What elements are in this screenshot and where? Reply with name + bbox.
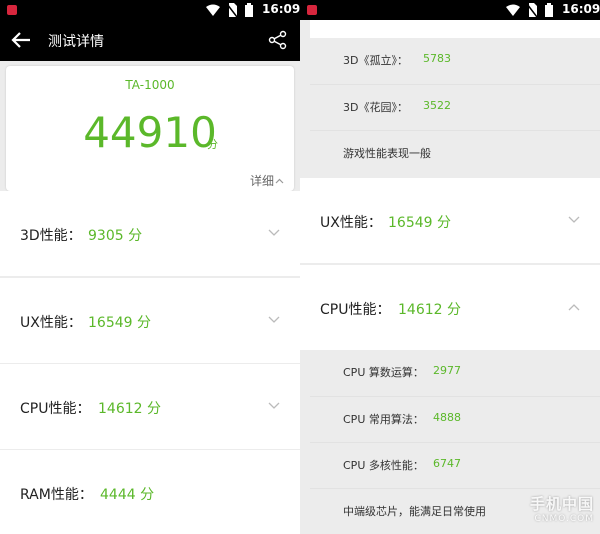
row-value: 4444 分 [100,487,155,503]
app-bar: 测试详情 [0,20,300,61]
back-arrow-icon[interactable] [10,29,32,51]
sub-row-cpu-arithmetic: CPU 算数运算： 2977 [310,350,600,396]
row-label: RAM性能： [20,487,93,503]
row-label: CPU性能： [20,401,91,417]
sub-label: CPU 常用算法： [343,413,424,426]
total-score: 44910 [83,108,217,157]
score-unit: 分 [207,138,218,151]
sub-row-cpu-multicore: CPU 多核性能： 6747 [310,442,600,488]
sub-label: CPU 多核性能： [343,459,424,472]
chevron-down-icon[interactable] [268,316,280,324]
sub-value: 3522 [423,99,451,112]
sub-label: CPU 算数运算： [343,366,424,379]
sub-label: 3D《花园》： [343,101,408,114]
sub-value: 5783 [423,52,451,65]
watermark-text: 手机中国 [529,495,594,513]
row-label: UX性能： [320,215,382,231]
notification-app-icon [307,5,317,15]
no-sim-icon [527,3,537,17]
share-icon[interactable] [268,30,288,50]
row-ux-performance[interactable]: UX性能： 16549 分 [300,178,600,263]
row-value: 16549 分 [88,315,151,331]
row-label: CPU性能： [320,302,391,318]
sub-row-cpu-algorithms: CPU 常用算法： 4888 [310,396,600,442]
battery-icon [245,3,253,17]
score-card: TA-1000 44910 分 详细 [6,66,294,191]
chevron-down-icon[interactable] [268,402,280,410]
no-sim-icon [227,3,237,17]
row-cpu-performance[interactable]: CPU性能： 14612 分 [0,364,300,449]
sub-value: 2977 [433,364,461,377]
status-bar: 16:09 [300,0,600,20]
sub-row-3d-garden: 3D《花园》： 3522 [310,84,600,130]
chevron-up-icon[interactable] [568,303,580,311]
chevron-down-icon[interactable] [268,229,280,237]
status-bar: 16:09 [0,0,300,20]
row-ram-performance[interactable]: RAM性能： 4444 分 [0,450,300,534]
watermark-sub: CNMO.COM [534,514,594,524]
row-3d-performance[interactable]: 3D性能： 9305 分 [0,191,300,276]
watermark: 手机中国 CNMO.COM [530,493,594,524]
detail-label: 详细 [249,174,274,188]
right-screen: 16:09 3D《孤立》： 5783 3D《花园》： 3522 游戏性能表现一般… [300,0,600,534]
row-label: UX性能： [20,315,82,331]
header-edge [310,20,600,38]
wifi-icon [206,4,220,16]
sub-row-game-summary: 游戏性能表现一般 [310,130,600,176]
device-model: TA-1000 [125,78,175,92]
wifi-icon [506,4,520,16]
row-value: 9305 分 [88,228,143,244]
battery-icon [545,3,553,17]
chevron-up-icon [275,178,284,184]
row-value: 14612 分 [398,302,461,318]
score-wrap: 44910 分 [6,108,294,157]
sub-label: 中端级芯片，能满足日常使用 [343,505,486,518]
row-label: 3D性能： [20,228,82,244]
row-cpu-performance[interactable]: CPU性能： 14612 分 [300,265,600,350]
status-time: 16:09 [262,2,300,16]
row-value: 14612 分 [98,401,161,417]
sub-label: 3D《孤立》： [343,54,408,67]
row-value: 16549 分 [388,215,451,231]
sub-value: 4888 [433,411,461,424]
status-time: 16:09 [562,2,600,16]
sub-label: 游戏性能表现一般 [343,147,431,160]
chevron-down-icon[interactable] [568,216,580,224]
sub-value: 6747 [433,457,461,470]
page-title: 测试详情 [48,34,104,50]
row-ux-performance[interactable]: UX性能： 16549 分 [0,278,300,363]
detail-toggle[interactable]: 详细 [250,172,284,189]
left-screen: 16:09 测试详情 TA-1000 44910 分 详细 3D性能： 9305… [0,0,300,534]
notification-app-icon [7,5,17,15]
sub-row-3d-isolated: 3D《孤立》： 5783 [310,38,600,84]
